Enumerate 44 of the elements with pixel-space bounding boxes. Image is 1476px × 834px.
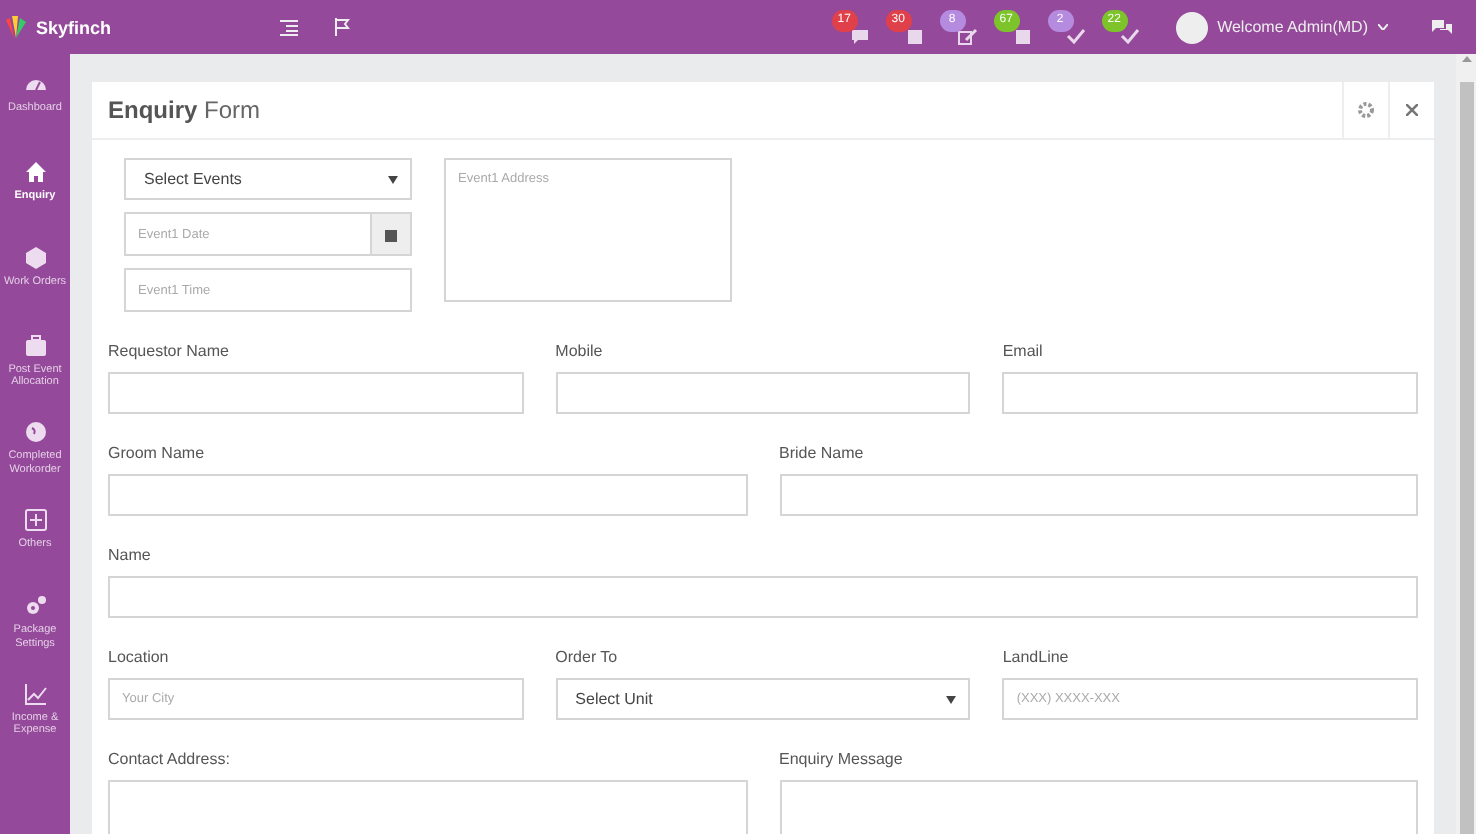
text-field[interactable]: [108, 372, 524, 414]
text-field[interactable]: [108, 576, 1418, 618]
close-icon: [1406, 104, 1418, 116]
check-icon: [1119, 27, 1140, 45]
events-select[interactable]: Select Events: [124, 158, 412, 200]
suitcase-icon: [23, 333, 47, 357]
caret-icon: [388, 175, 398, 183]
field-label: Groom Name: [108, 444, 207, 464]
chevron-icon: [1378, 24, 1388, 30]
field-label: Mobile: [555, 342, 605, 362]
scrollbar[interactable]: [1456, 54, 1476, 834]
globe-icon: [23, 420, 47, 444]
text-field[interactable]: [555, 372, 971, 414]
user-menu[interactable]: Welcome Admin(MD): [1175, 11, 1388, 43]
home-icon: [23, 159, 47, 183]
field-label: Requestor Name: [108, 342, 231, 362]
field-label: Enquiry Message: [779, 750, 905, 770]
field-label: Contact Address:: [108, 750, 232, 770]
plus-square-icon: [23, 507, 47, 531]
edit-icon: [957, 27, 978, 45]
gears-icon: [23, 594, 47, 618]
text-field[interactable]: [779, 474, 1418, 516]
field-label: Location: [108, 648, 171, 668]
card-title: Enquiry Form: [108, 96, 261, 124]
field-label: Bride Name: [779, 444, 866, 464]
document-icon: [1013, 27, 1032, 45]
brand-name: Skyfinch: [36, 17, 112, 37]
caret-icon: [946, 695, 957, 703]
text-field[interactable]: [1002, 372, 1418, 414]
hexagon-icon: [23, 246, 47, 270]
document-icon: [905, 27, 924, 45]
check-icon: [1065, 27, 1086, 45]
calendar-icon[interactable]: [370, 212, 412, 256]
field-label: LandLine: [1002, 648, 1071, 668]
field-label: Email: [1002, 342, 1045, 362]
field-label: Name: [108, 546, 153, 566]
unit-select[interactable]: Select Unit: [555, 678, 971, 720]
gear-icon: [1358, 102, 1374, 118]
text-field[interactable]: [108, 474, 747, 516]
field-label: Order To: [555, 648, 620, 668]
comment-icon: [849, 27, 870, 45]
logo-icon: [4, 16, 28, 38]
line-chart-icon: [23, 681, 47, 705]
avatar-icon: [1175, 11, 1208, 43]
